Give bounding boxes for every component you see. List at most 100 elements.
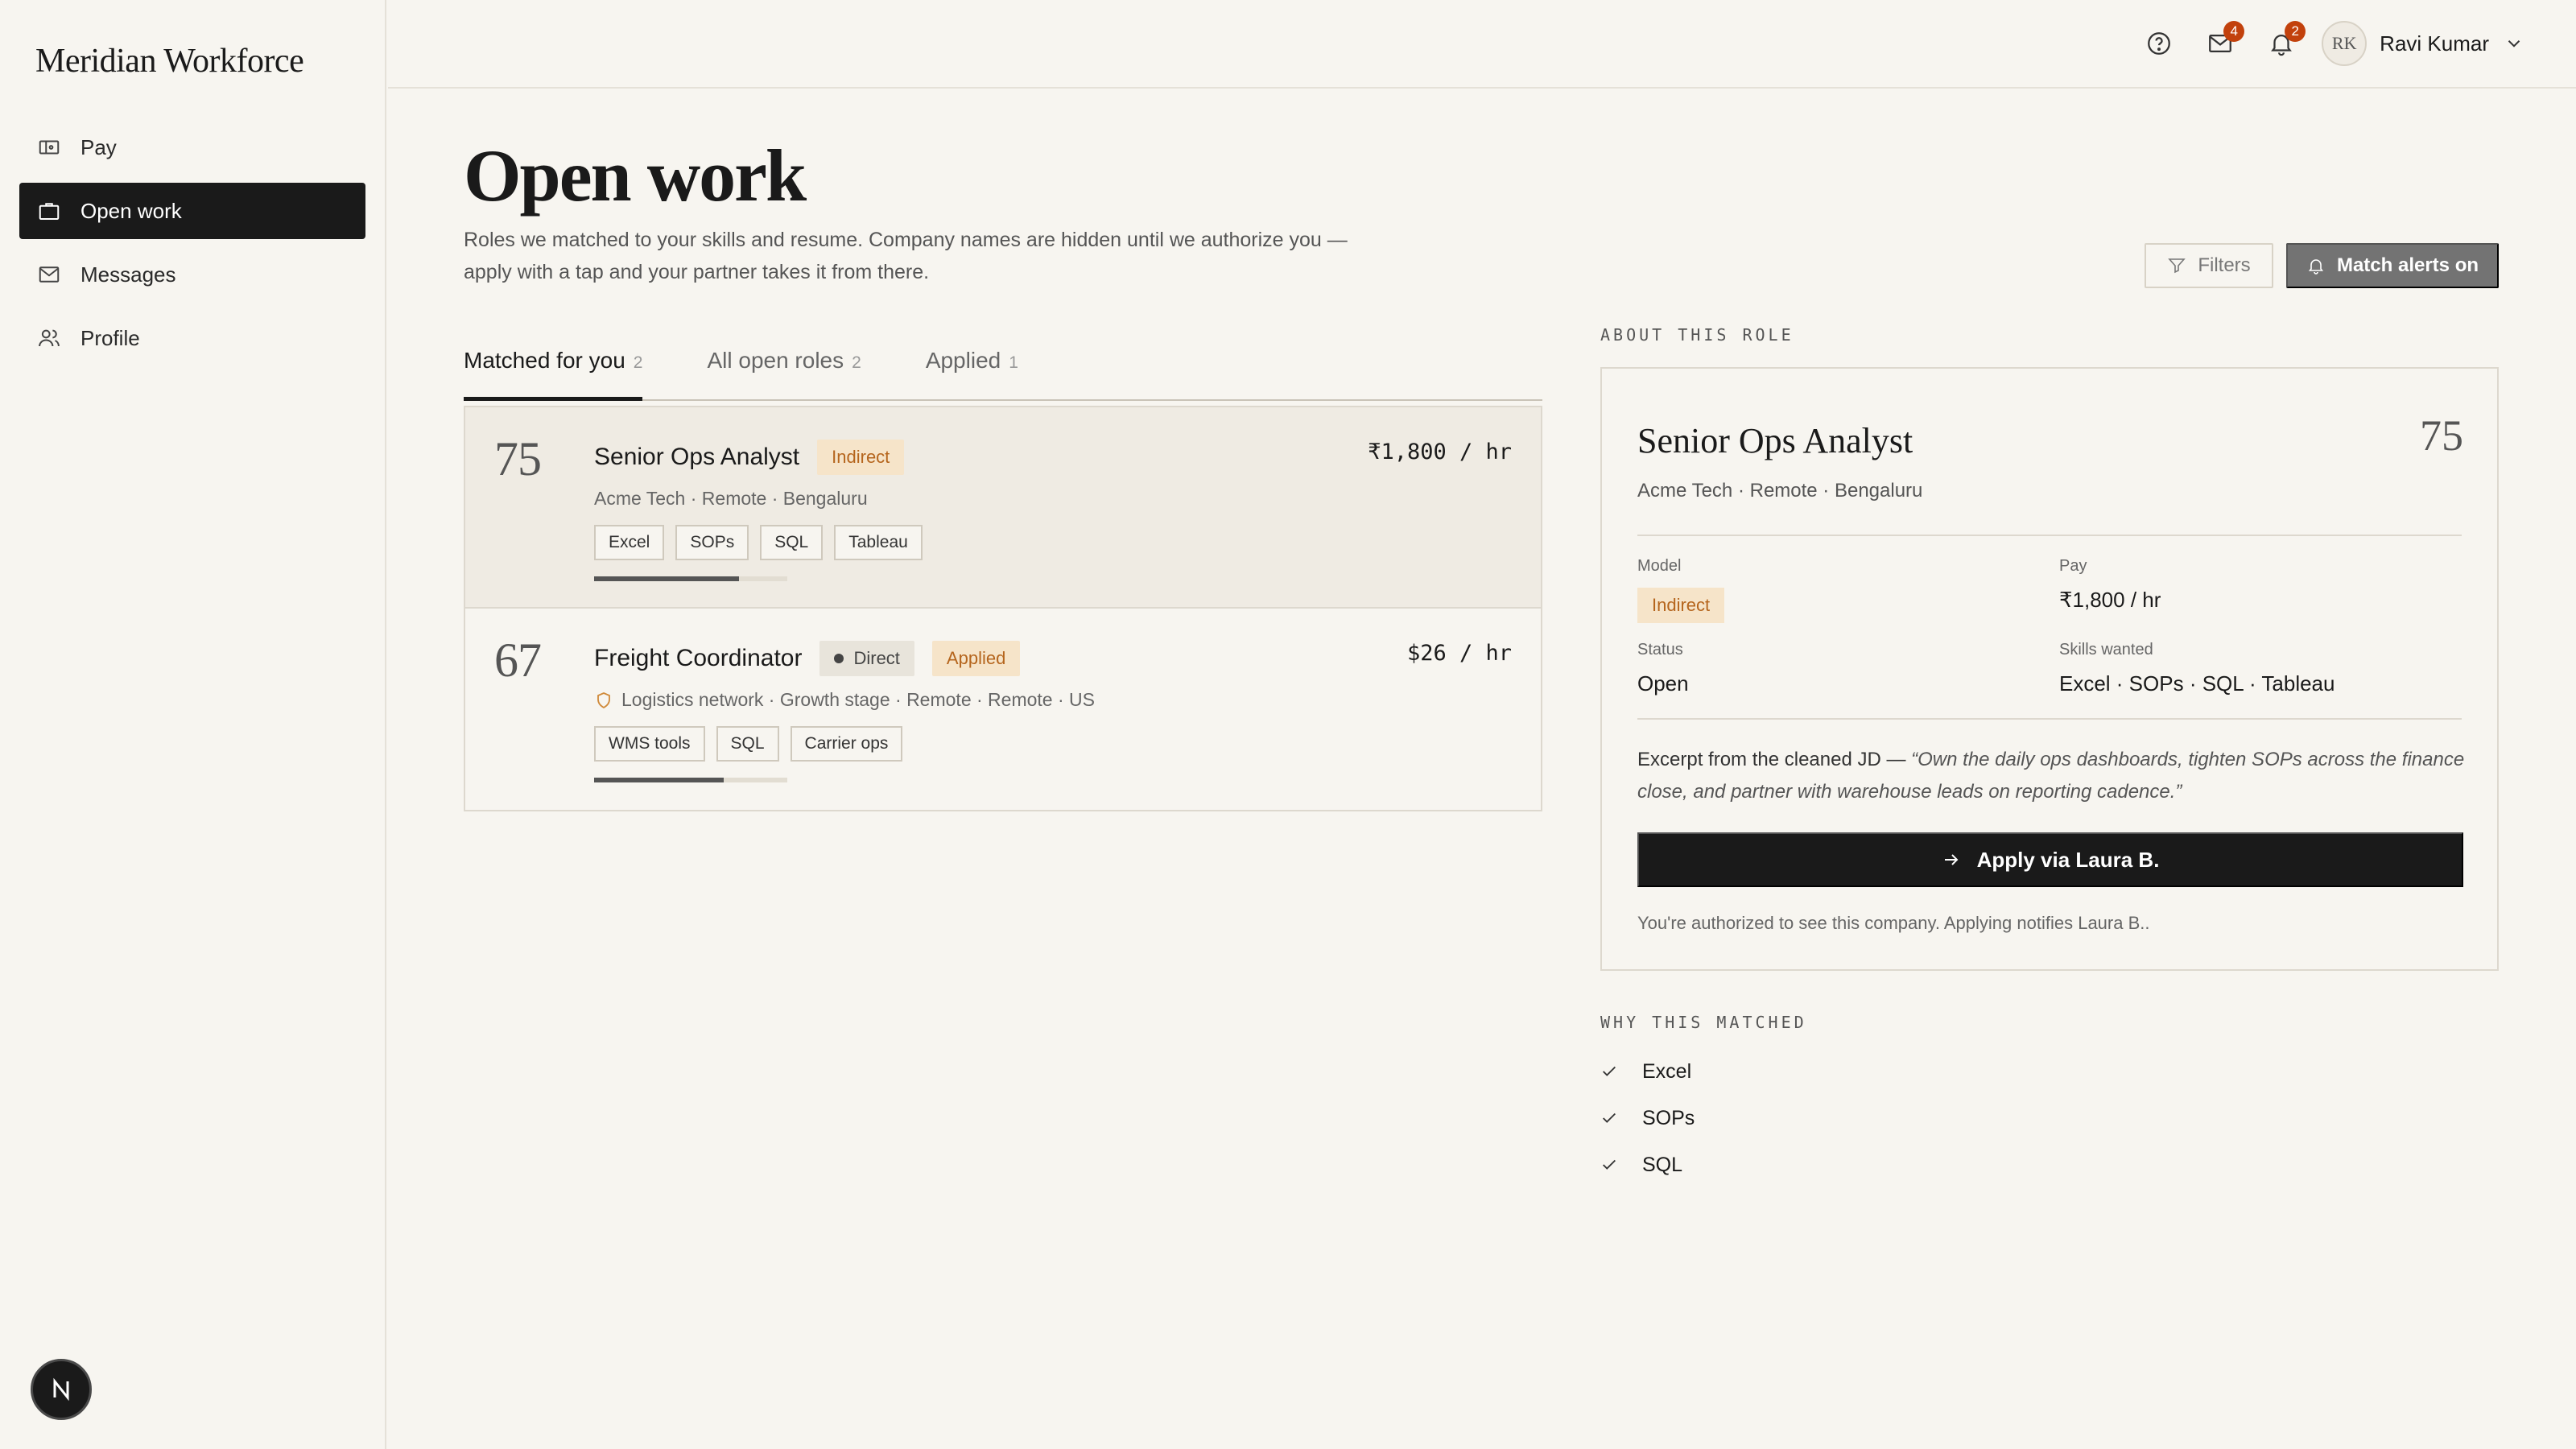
check-icon [1603,1159,1616,1170]
pay-label: Pay [2059,557,2087,575]
tab-bar: Matched for you 2 All open roles 2 Applied… [464,336,1542,401]
divider [1637,535,2462,536]
job-pay: ₹1,800 / hr [1368,440,1512,464]
why-item-label: Excel [1642,1059,1692,1083]
detail-title: Senior Ops Analyst [1637,421,1913,460]
mail-icon [39,266,60,283]
why-item-label: SOPs [1642,1106,1695,1129]
check-icon [1603,1066,1616,1076]
match-bar [594,576,787,581]
job-meta-text: Logistics network · Growth stage · Remot… [621,689,1095,710]
apply-button[interactable]: Apply via Laura B. [1637,832,2463,887]
jd-excerpt: Excerpt from the cleaned JD — “Own the d… [1637,744,2467,808]
list-item: SOPs [1600,1095,1695,1141]
dev-tools-badge[interactable] [31,1359,92,1420]
list-item: Excel [1600,1048,1695,1095]
job-card[interactable]: 75 Senior Ops Analyst Indirect Acme Tech… [465,407,1541,609]
model-badge-label: Direct [853,648,900,668]
divider [1637,718,2462,720]
avatar[interactable]: RK [2322,21,2368,66]
page-subtitle: Roles we matched to your skills and resu… [464,229,1348,283]
job-meta: Acme Tech · Remote · Bengaluru [594,488,868,510]
skill-tag: SQL [716,726,779,762]
match-bar-fill [594,576,739,581]
match-bar-fill [594,778,724,782]
help-button[interactable] [2140,18,2178,69]
check-icon [1603,1113,1616,1123]
skill-tag: WMS tools [594,726,705,762]
tab-count: 2 [633,353,643,372]
sidebar-item-label: Open work [80,198,182,223]
sidebar-item-pay[interactable]: Pay [19,119,365,175]
mail-count-badge: 4 [2223,21,2245,42]
applied-badge: Applied [931,641,1021,676]
match-bar [594,778,787,782]
sidebar-nav: Pay Open work Messages Profile [19,119,365,374]
detail-score: 75 [2420,411,2463,460]
jd-excerpt-prefix: Excerpt from the cleaned JD — [1637,749,1912,770]
tab-matched-for-you[interactable]: Matched for you 2 [464,336,643,401]
match-alerts-button[interactable]: Match alerts on [2286,243,2499,288]
sidebar-item-label: Profile [80,325,140,350]
sidebar: Meridian Workforce Pay Open work Message… [0,0,386,1449]
page-title: Open work [464,134,807,217]
authorization-note: You're authorized to see this company. A… [1637,913,2150,933]
notification-count-badge: 2 [2285,21,2306,42]
sidebar-item-messages[interactable]: Messages [19,246,365,303]
arrow-right-icon [1944,854,1958,865]
help-icon [2148,32,2171,55]
users-icon [39,329,60,347]
skill-tags: Excel SOPs SQL Tableau [594,525,934,560]
filters-label: Filters [2198,254,2251,276]
notifications-button[interactable]: 2 [2262,18,2306,69]
wallet-icon [39,140,60,155]
detail-meta: Acme Tech · Remote · Bengaluru [1637,480,1923,502]
why-matched-list: Excel SOPs SQL [1600,1048,1695,1188]
brand-logo[interactable]: Meridian Workforce [35,42,304,80]
tab-applied[interactable]: Applied 1 [926,336,1018,399]
skill-tag: Excel [594,525,665,560]
match-score: 75 [494,432,542,485]
user-name[interactable]: Ravi Kumar [2380,31,2489,56]
sidebar-item-open-work[interactable]: Open work [19,183,365,239]
skills-wanted-value: Excel · SOPs · SQL · Tableau [2059,671,2335,696]
inbox-button[interactable]: 4 [2201,18,2245,69]
skill-tag: SQL [760,525,824,560]
skill-tag: Carrier ops [790,726,903,762]
sidebar-item-profile[interactable]: Profile [19,310,365,366]
pay-value: ₹1,800 / hr [2059,588,2161,612]
about-role-label: ABOUT THIS ROLE [1600,325,1794,345]
match-alerts-label: Match alerts on [2336,254,2479,276]
model-badge: Direct [819,641,914,676]
job-meta: Logistics network · Growth stage · Remot… [594,689,1095,711]
bell-icon [2308,259,2324,275]
top-bar: 4 2 RK Ravi Kumar [388,0,2576,89]
job-pay: $26 / hr [1406,641,1512,666]
tab-label: Matched for you [464,348,625,373]
skill-tag: Tableau [834,525,923,560]
list-item: SQL [1600,1141,1695,1188]
tab-count: 2 [852,353,861,372]
status-label: Status [1637,641,1683,658]
apply-button-label: Apply via Laura B. [1976,847,2160,872]
filters-button[interactable]: Filters [2145,243,2273,288]
tab-all-open-roles[interactable]: All open roles 2 [707,336,861,399]
job-list: 75 Senior Ops Analyst Indirect Acme Tech… [464,406,1542,811]
chevron-down-icon[interactable] [2504,33,2524,54]
job-card[interactable]: 67 Freight Coordinator Direct Applied Lo… [465,609,1541,810]
match-score: 67 [494,634,542,687]
why-matched-label: WHY THIS MATCHED [1600,1013,1807,1032]
model-label: Model [1637,557,1682,575]
tab-count: 1 [1009,353,1018,372]
dot-icon [834,654,844,663]
skill-tags: WMS tools SQL Carrier ops [594,726,914,762]
why-item-label: SQL [1642,1153,1683,1176]
briefcase-icon [39,203,60,220]
status-value: Open [1637,671,1689,696]
job-title: Freight Coordinator [594,645,803,671]
filter-icon [2168,258,2186,274]
job-title: Senior Ops Analyst [594,444,800,470]
model-badge: Indirect [1637,588,1725,623]
tab-label: Applied [925,348,1001,373]
n-logo-icon [53,1377,69,1402]
